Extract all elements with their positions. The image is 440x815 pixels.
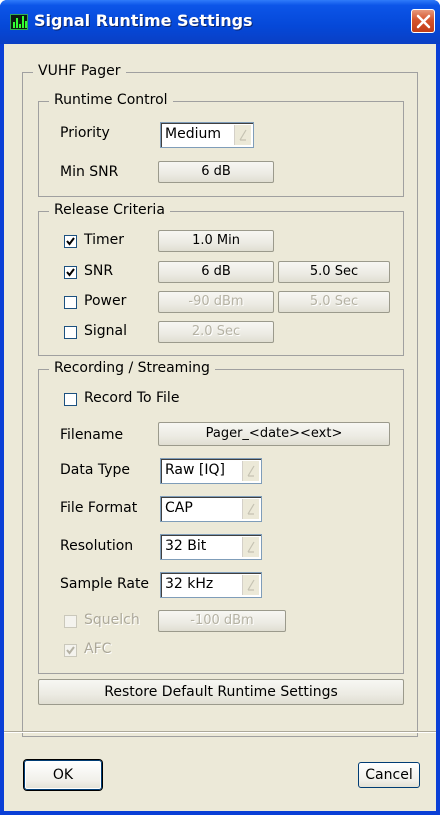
squelch-button[interactable]: -100 dBm	[158, 610, 286, 632]
resolution-dropdown-arrow[interactable]	[242, 537, 259, 557]
snr-label: SNR	[84, 263, 114, 279]
min-snr-button[interactable]: 6 dB	[158, 161, 274, 183]
resolution-label: Resolution	[60, 538, 134, 554]
min-snr-label: Min SNR	[60, 164, 119, 180]
sample-rate-label: Sample Rate	[60, 576, 150, 592]
chevron-down-icon	[247, 541, 255, 553]
sample-rate-select[interactable]: 32 kHz	[160, 572, 262, 598]
record-to-file-checkbox[interactable]	[64, 393, 77, 406]
afc-label: AFC	[84, 641, 112, 657]
data-type-dropdown-arrow[interactable]	[242, 461, 259, 481]
checkmark-icon	[66, 268, 75, 277]
data-type-label: Data Type	[60, 462, 131, 478]
timer-label: Timer	[84, 232, 125, 248]
filename-label: Filename	[60, 427, 124, 443]
priority-label: Priority	[60, 125, 110, 141]
ok-button[interactable]: OK	[24, 760, 102, 790]
recording-streaming-title: Recording / Streaming	[49, 360, 215, 376]
checkmark-icon	[66, 646, 75, 655]
data-type-value: Raw [IQ]	[165, 462, 225, 478]
chevron-down-icon	[247, 579, 255, 591]
filename-button[interactable]: Pager_<date><ext>	[158, 422, 390, 446]
priority-value: Medium	[165, 126, 221, 142]
power-time-button[interactable]: 5.0 Sec	[278, 291, 390, 313]
vuhf-pager-title: VUHF Pager	[33, 63, 126, 79]
power-value-button[interactable]: -90 dBm	[158, 291, 274, 313]
file-format-dropdown-arrow[interactable]	[242, 499, 259, 519]
close-icon	[416, 14, 431, 29]
power-checkbox[interactable]	[64, 296, 77, 309]
file-format-select[interactable]: CAP	[160, 496, 262, 522]
chevron-down-icon	[247, 465, 255, 477]
sample-rate-dropdown-arrow[interactable]	[242, 575, 259, 595]
cancel-button[interactable]: Cancel	[358, 762, 420, 788]
chevron-down-icon	[239, 129, 247, 141]
record-to-file-label: Record To File	[84, 390, 180, 406]
snr-time-button[interactable]: 5.0 Sec	[278, 261, 390, 283]
signal-label: Signal	[84, 323, 128, 339]
restore-defaults-button[interactable]: Restore Default Runtime Settings	[38, 679, 404, 705]
release-criteria-title: Release Criteria	[49, 202, 170, 218]
squelch-label: Squelch	[84, 612, 140, 628]
priority-select[interactable]: Medium	[160, 122, 254, 148]
file-format-label: File Format	[60, 500, 138, 516]
file-format-value: CAP	[165, 500, 193, 516]
timer-checkbox[interactable]	[64, 235, 77, 248]
data-type-select[interactable]: Raw [IQ]	[160, 458, 262, 484]
signal-time-button[interactable]: 2.0 Sec	[158, 321, 274, 343]
priority-dropdown-arrow[interactable]	[234, 125, 251, 145]
afc-checkbox[interactable]	[64, 644, 77, 657]
title-bar[interactable]: Signal Runtime Settings	[0, 0, 440, 44]
signal-app-icon	[10, 14, 28, 30]
close-button[interactable]	[411, 9, 435, 33]
sample-rate-value: 32 kHz	[165, 576, 214, 592]
dialog-window: Signal Runtime Settings VUHF Pager Runti…	[0, 0, 440, 815]
squelch-checkbox[interactable]	[64, 615, 77, 628]
checkmark-icon	[66, 237, 75, 246]
chevron-down-icon	[247, 503, 255, 515]
footer-divider	[4, 731, 436, 733]
dialog-client: VUHF Pager Runtime Control Priority Medi…	[4, 44, 436, 811]
snr-checkbox[interactable]	[64, 266, 77, 279]
signal-checkbox[interactable]	[64, 326, 77, 339]
window-title: Signal Runtime Settings	[34, 11, 253, 30]
runtime-control-title: Runtime Control	[49, 92, 173, 108]
resolution-select[interactable]: 32 Bit	[160, 534, 262, 560]
power-label: Power	[84, 293, 127, 309]
resolution-value: 32 Bit	[165, 538, 207, 554]
timer-button[interactable]: 1.0 Min	[158, 230, 274, 252]
snr-value-button[interactable]: 6 dB	[158, 261, 274, 283]
